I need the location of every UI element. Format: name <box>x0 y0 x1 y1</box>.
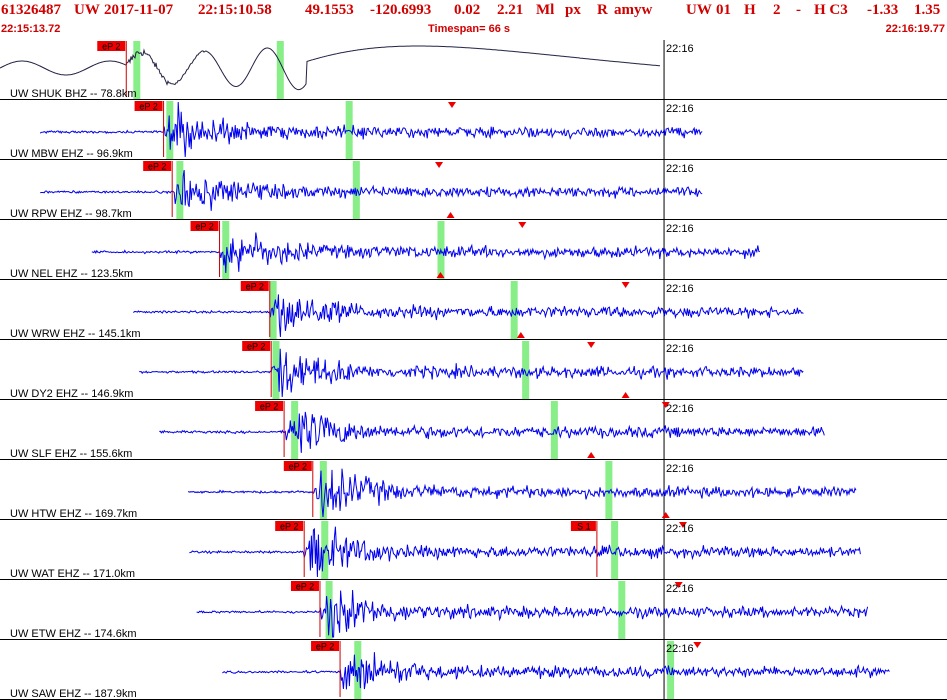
trace-row[interactable]: eP 2 22:16 UW WRW EHZ -- 145.1km <box>0 281 947 340</box>
origin-date: 2017-11-07 <box>104 2 174 18</box>
station-label: UW HTW EHZ -- 169.7km <box>10 508 137 520</box>
longitude: -120.6993 <box>370 2 432 18</box>
amplitude-marker-triangle <box>516 332 525 338</box>
minute-marker-label: 22:16 <box>666 283 694 295</box>
version: 01 <box>716 2 731 18</box>
end-time: 22:16:19.77 <box>885 23 945 35</box>
analysis-window-bar <box>618 581 626 639</box>
trace-row[interactable]: eP 2 22:16 UW SAW EHZ -- 187.9km <box>0 641 947 700</box>
record-header: 61326487 UW 2017-11-07 22:15:10.58 49.15… <box>0 0 947 40</box>
station-label: UW WAT EHZ -- 171.0km <box>10 568 135 580</box>
author: amyw <box>614 2 653 18</box>
p-pick-label: eP 2 <box>260 402 278 412</box>
amplitude-marker-triangle <box>661 512 670 518</box>
station-label: UW NEL EHZ -- 123.5km <box>10 268 133 280</box>
trace-row[interactable]: eP 2 22:16 UW HTW EHZ -- 169.7km <box>0 461 947 520</box>
station-label: UW ETW EHZ -- 174.6km <box>10 628 137 640</box>
analysis-window-bar <box>276 41 284 99</box>
trace-row[interactable]: eP 2 22:16 UW SHUK BHZ -- 78.8km <box>0 41 947 100</box>
trace-row[interactable]: eP 2 22:16 UW DY2 EHZ -- 146.9km <box>0 341 947 400</box>
gtype: H <box>744 2 756 18</box>
trace-row[interactable]: eP 2 22:16 UW RPW EHZ -- 98.7km <box>0 161 947 220</box>
minute-marker-label: 22:16 <box>666 223 694 235</box>
minute-marker-label: 22:16 <box>666 43 694 55</box>
net-code: UW <box>686 2 712 18</box>
amplitude-marker-triangle <box>693 642 702 648</box>
depth: 0.02 <box>454 2 481 18</box>
trace-row[interactable]: eP 2 S 1 22:16 UW WAT EHZ -- 171.0km <box>0 521 947 580</box>
p-pick-label: eP 2 <box>102 42 120 52</box>
amplitude-marker-triangle <box>518 222 527 228</box>
amplitude-marker-triangle <box>587 342 596 348</box>
station-label: UW SHUK BHZ -- 78.8km <box>10 88 137 100</box>
station-label: UW WRW EHZ -- 145.1km <box>10 328 141 340</box>
phase-count: 2 <box>773 2 781 18</box>
trace-row[interactable]: eP 2 22:16 UW SLF EHZ -- 155.6km <box>0 401 947 460</box>
minute-marker-label: 22:16 <box>666 523 694 535</box>
p-pick-label: eP 2 <box>296 582 314 592</box>
waveform <box>222 652 890 690</box>
trace-row[interactable]: eP 2 22:16 UW MBW EHZ -- 96.9km <box>0 101 947 160</box>
magnitude-type: Ml <box>536 2 555 18</box>
station-label: UW DY2 EHZ -- 146.9km <box>10 388 133 400</box>
minute-marker-label: 22:16 <box>666 343 694 355</box>
minute-marker-label: 22:16 <box>666 103 694 115</box>
p-pick-label: eP 2 <box>316 642 334 652</box>
p-pick-label: eP 2 <box>247 342 265 352</box>
minute-marker-label: 22:16 <box>666 643 694 655</box>
station-label: UW SLF EHZ -- 155.6km <box>10 448 132 460</box>
quality: H C3 <box>814 2 848 18</box>
value-1: -1.33 <box>867 2 899 18</box>
p-pick-label: eP 2 <box>246 282 264 292</box>
analysis-window-bar <box>522 341 530 399</box>
p-pick-label: eP 2 <box>139 102 157 112</box>
amplitude-marker-triangle <box>446 212 455 218</box>
event-id: 61326487 <box>1 2 61 18</box>
waveform <box>133 294 804 338</box>
network-code: UW <box>74 2 100 18</box>
trace-row[interactable]: eP 2 22:16 UW NEL EHZ -- 123.5km <box>0 221 947 280</box>
value-2: 1.35 <box>914 2 941 18</box>
station-label: UW SAW EHZ -- 187.9km <box>10 688 137 700</box>
station-label: UW MBW EHZ -- 96.9km <box>10 148 133 160</box>
waveform <box>139 348 804 398</box>
magnitude: 2.21 <box>497 2 524 18</box>
waveform <box>40 170 703 211</box>
event-type: px <box>565 2 581 18</box>
timespan-label: Timespan= 66 s <box>428 23 511 35</box>
analysis-window-bar <box>611 521 619 579</box>
p-pick-label: eP 2 <box>289 462 307 472</box>
time-range-line: 22:15:13.72 Timespan= 66 s 22:16:19.77 <box>0 23 947 37</box>
minute-marker-label: 22:16 <box>666 403 694 415</box>
waveform <box>0 45 661 91</box>
station-label: UW RPW EHZ -- 98.7km <box>10 208 132 220</box>
waveform <box>188 468 857 518</box>
amplitude-marker-triangle <box>447 102 456 108</box>
minute-marker-label: 22:16 <box>666 163 694 175</box>
s-pick-label: S 1 <box>577 522 591 532</box>
latitude: 49.1553 <box>305 2 354 18</box>
waveform <box>196 589 869 638</box>
trace-row[interactable]: eP 2 22:16 UW ETW EHZ -- 174.6km <box>0 581 947 640</box>
amplitude-marker-triangle <box>435 162 444 168</box>
analysis-window-bar <box>345 101 353 159</box>
p-pick-label: eP 2 <box>195 222 213 232</box>
flag: - <box>796 2 801 18</box>
review-flag: R <box>597 2 608 18</box>
event-summary-line: 61326487 UW 2017-11-07 22:15:10.58 49.15… <box>0 2 947 22</box>
waveform <box>189 526 861 578</box>
minute-marker-label: 22:16 <box>666 463 694 475</box>
waveform <box>91 232 760 274</box>
seismogram-panel: eP 2 22:16UW SHUK BHZ -- 78.8kmeP 2 22:16U… <box>0 40 947 700</box>
p-pick-label: eP 2 <box>148 162 166 172</box>
p-pick-label: eP 2 <box>280 522 298 532</box>
waveform <box>159 411 825 453</box>
amplitude-marker-triangle <box>587 452 596 458</box>
minute-marker-label: 22:16 <box>666 583 694 595</box>
amplitude-marker-triangle <box>621 282 630 288</box>
amplitude-marker-triangle <box>621 392 630 398</box>
start-time: 22:15:13.72 <box>1 23 61 35</box>
origin-time: 22:15:10.58 <box>198 2 272 18</box>
